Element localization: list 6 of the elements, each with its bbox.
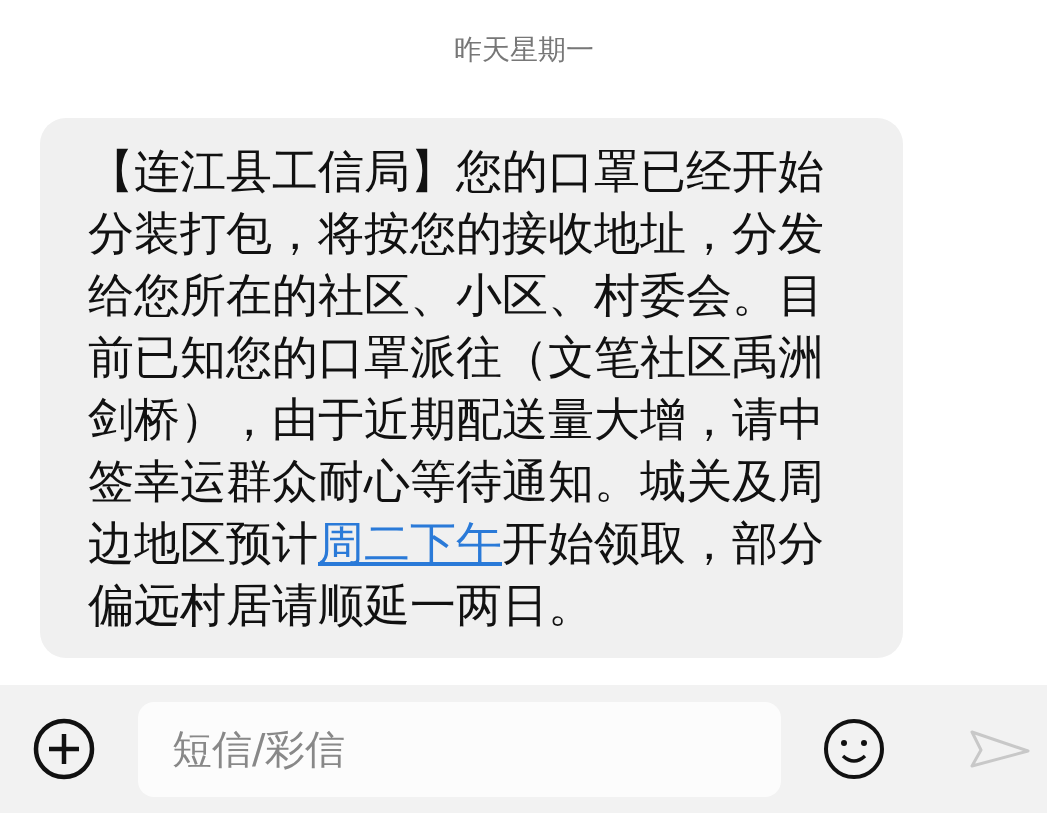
message-input[interactable]: 短信/彩信	[138, 701, 781, 797]
add-icon[interactable]	[32, 717, 96, 781]
date-header: 昨天星期一	[453, 32, 594, 68]
emoji-icon[interactable]	[823, 718, 885, 780]
date-link[interactable]: 周二下午	[318, 516, 502, 570]
message-text: 【连江县工信局】您的口罩已经开始分装打包，将按您的接收地址，分发给您所在的社区、小区、村委会。目前已知您的口罩派往（文笔社区禹洲剑桥），由于近期配送量大增，请中签幸运群众耐心等待通知。城关及周边地区预计周二下午开始领取，部分偏远村居请顺延一两日。	[88, 143, 825, 634]
